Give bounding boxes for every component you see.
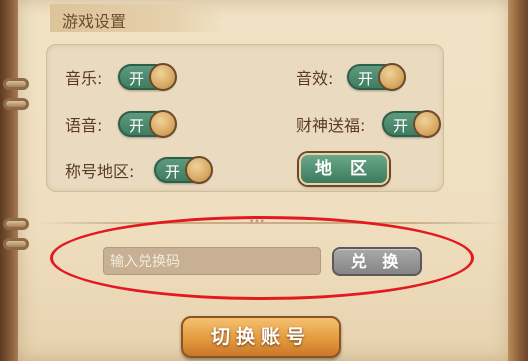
- binder-ring-icon: [3, 78, 29, 90]
- region-button[interactable]: 地 区: [299, 153, 389, 185]
- sound-fx-toggle[interactable]: 开: [347, 63, 406, 91]
- music-toggle-text: 开: [129, 70, 145, 88]
- sound-fx-toggle-text: 开: [358, 70, 374, 88]
- title-region-toggle[interactable]: 开: [154, 156, 213, 184]
- voice-label: 语音:: [65, 116, 103, 135]
- voice-toggle[interactable]: 开: [118, 110, 177, 138]
- title-region-toggle-text: 开: [165, 163, 181, 181]
- music-toggle[interactable]: 开: [118, 63, 177, 91]
- fortune-toggle-text: 开: [393, 117, 409, 135]
- fortune-toggle[interactable]: 开: [382, 110, 441, 138]
- sound-fx-label: 音效:: [296, 69, 334, 88]
- binder-ring-icon: [3, 238, 29, 250]
- toggle-knob-icon: [185, 156, 213, 184]
- toggle-knob-icon: [378, 63, 406, 91]
- title-region-label: 称号地区:: [65, 162, 135, 181]
- toggle-knob-icon: [413, 110, 441, 138]
- switch-account-button[interactable]: 切换账号: [181, 316, 341, 358]
- divider: [38, 222, 506, 224]
- section-title: 游戏设置: [62, 12, 127, 31]
- toggle-knob-icon: [149, 63, 177, 91]
- redeem-button[interactable]: 兑 换: [332, 247, 422, 276]
- binder-ring-icon: [3, 218, 29, 230]
- panel-right-edge: [508, 0, 528, 361]
- fortune-label: 财神送福:: [296, 116, 366, 135]
- redeem-code-input[interactable]: 输入兑换码: [103, 247, 321, 275]
- toggle-knob-icon: [149, 110, 177, 138]
- voice-toggle-text: 开: [129, 117, 145, 135]
- divider-ornament-icon: •••: [249, 217, 265, 227]
- binder-ring-icon: [3, 98, 29, 110]
- music-label: 音乐:: [65, 69, 103, 88]
